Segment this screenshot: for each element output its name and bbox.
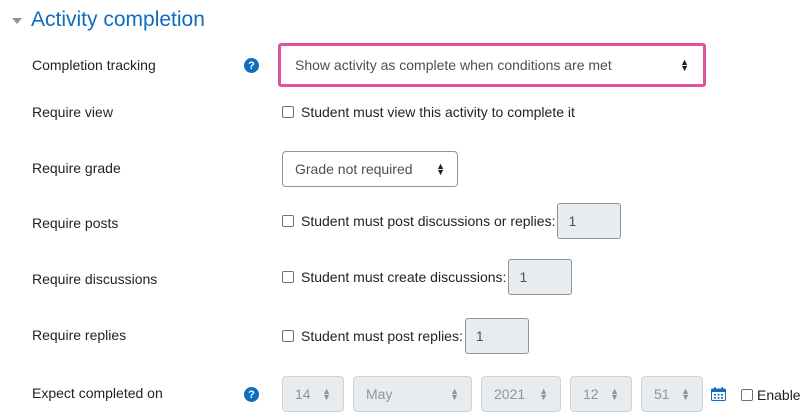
require-posts-label: Require posts <box>32 215 119 231</box>
calendar-icon[interactable] <box>711 387 726 401</box>
require-discussions-label: Require discussions <box>32 271 158 287</box>
question-circle-icon[interactable]: ? <box>244 58 259 73</box>
question-circle-icon[interactable]: ? <box>244 387 259 402</box>
day-select[interactable]: 14 ▲ ▼ <box>282 376 344 412</box>
caret-down-icon <box>12 18 22 24</box>
hour-select[interactable]: 12 ▲ ▼ <box>570 376 632 412</box>
require-grade-select[interactable]: Grade not required ▲ ▼ <box>282 151 458 187</box>
completion-tracking-label: Completion tracking <box>32 57 156 73</box>
require-replies-checkbox-label: Student must post replies: <box>301 328 463 344</box>
select-arrows-icon: ▲ ▼ <box>539 386 548 402</box>
require-discussions-checkbox[interactable] <box>282 271 294 283</box>
section-title: Activity completion <box>31 8 205 31</box>
require-replies-option: Student must post replies: 1 <box>282 318 529 354</box>
select-arrows-icon: ▲ ▼ <box>610 386 619 402</box>
require-discussions-option: Student must create discussions: 1 <box>282 259 573 295</box>
require-replies-checkbox[interactable] <box>282 330 294 342</box>
require-posts-option: Student must post discussions or replies… <box>282 203 622 239</box>
require-posts-input[interactable]: 1 <box>557 203 622 239</box>
require-replies-label: Require replies <box>32 327 127 343</box>
require-view-label: Require view <box>32 104 113 120</box>
require-posts-checkbox[interactable] <box>282 215 294 227</box>
month-select[interactable]: May ▲ ▼ <box>353 376 472 412</box>
require-discussions-input[interactable]: 1 <box>508 259 573 295</box>
section-header-activity-completion[interactable]: Activity completion <box>12 4 205 36</box>
require-posts-checkbox-label: Student must post discussions or replies… <box>301 213 556 229</box>
enable-checkbox[interactable] <box>741 389 753 401</box>
enable-checkbox-label: Enable <box>757 387 801 403</box>
expect-completed-label: Expect completed on <box>32 385 163 401</box>
require-view-checkbox-label: Student must view this activity to compl… <box>301 104 575 120</box>
enable-option: Enable <box>741 387 801 403</box>
select-arrows-icon: ▲ ▼ <box>680 57 689 73</box>
minute-select[interactable]: 51 ▲ ▼ <box>641 376 703 412</box>
require-discussions-checkbox-label: Student must create discussions: <box>301 269 507 285</box>
year-select[interactable]: 2021 ▲ ▼ <box>481 376 561 412</box>
require-grade-label: Require grade <box>32 160 121 176</box>
completion-tracking-select[interactable]: Show activity as complete when condition… <box>283 48 701 82</box>
require-view-option: Student must view this activity to compl… <box>282 104 575 120</box>
select-arrows-icon: ▲ ▼ <box>322 386 331 402</box>
require-view-checkbox[interactable] <box>282 106 294 118</box>
require-replies-input[interactable]: 1 <box>464 318 529 354</box>
select-arrows-icon: ▲ ▼ <box>436 161 445 177</box>
select-arrows-icon: ▲ ▼ <box>450 386 459 402</box>
select-arrows-icon: ▲ ▼ <box>681 386 690 402</box>
